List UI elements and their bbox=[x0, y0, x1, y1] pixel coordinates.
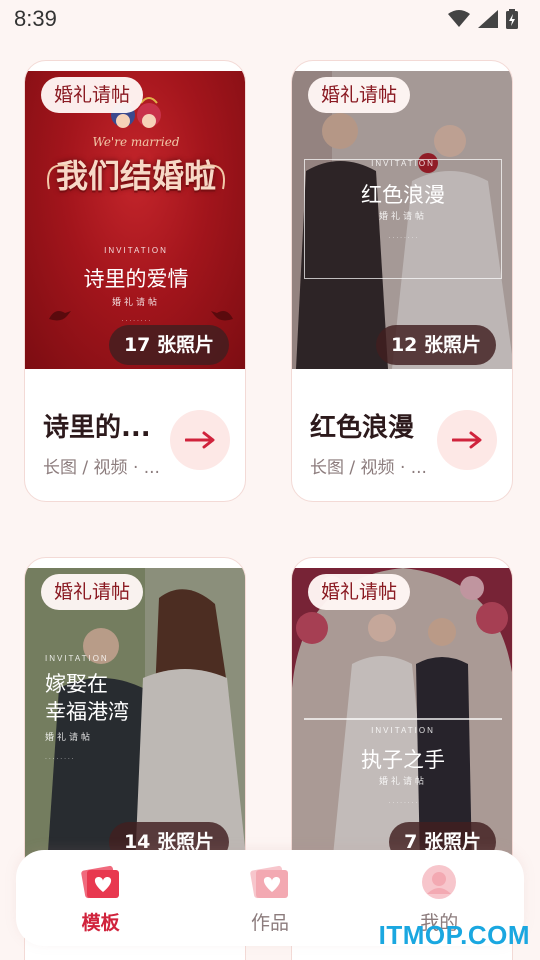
wifi-icon bbox=[448, 10, 470, 27]
thumb-tiny-line: · · · · · · · · bbox=[45, 756, 74, 763]
thumb-invitation-label: INVITATION bbox=[371, 726, 435, 735]
template-thumbnail[interactable]: INVITATION 执子之手 婚礼请帖 · · · · · · · · bbox=[292, 568, 512, 866]
heart-ornament-icon bbox=[47, 164, 225, 190]
thumb-frame bbox=[304, 718, 502, 720]
thumb-headline-line1: 嫁娶在 bbox=[45, 672, 108, 696]
couple-photo bbox=[292, 568, 512, 866]
thumb-tiny-line: · · · · · · · · bbox=[388, 235, 418, 242]
nav-item-templates[interactable]: 模板 bbox=[41, 862, 161, 935]
open-template-button[interactable] bbox=[170, 410, 230, 470]
thumb-headline: 执子之手 bbox=[361, 748, 445, 772]
status-bar: 8:39 bbox=[0, 0, 540, 38]
works-icon bbox=[250, 865, 288, 898]
thumb-sub: 婚礼请帖 bbox=[378, 777, 427, 787]
bird-icon bbox=[49, 311, 71, 321]
category-tag: 婚礼请帖 bbox=[308, 574, 411, 610]
open-template-button[interactable] bbox=[437, 410, 497, 470]
profile-icon bbox=[422, 864, 457, 899]
category-tag: 婚礼请帖 bbox=[308, 77, 411, 113]
card-meta: 长图 / 视频 · ... bbox=[310, 458, 427, 478]
status-time: 8:39 bbox=[14, 6, 57, 31]
nav-label: 作品 bbox=[250, 911, 289, 934]
thumb-headline: 红色浪漫 bbox=[361, 183, 445, 207]
signal-icon bbox=[478, 10, 498, 28]
thumb-invitation-label: INVITATION bbox=[45, 654, 109, 663]
photo-count-badge: 12 张照片 bbox=[375, 325, 496, 365]
template-card[interactable]: INVITATION 红色浪漫 婚礼请帖 · · · · · · · · 婚礼请… bbox=[291, 60, 513, 502]
battery-icon bbox=[506, 9, 518, 29]
template-icon bbox=[80, 865, 119, 898]
thumb-sub: 婚礼请帖 bbox=[45, 733, 94, 743]
arrow-right-icon bbox=[452, 431, 482, 449]
thumb-invitation-label: INVITATION bbox=[104, 246, 168, 255]
photo-count-badge: 17 张照片 bbox=[108, 325, 229, 365]
card-meta: 长图 / 视频 · ... bbox=[43, 458, 160, 478]
married-script: We're married bbox=[92, 135, 180, 149]
arrow-right-icon bbox=[185, 431, 215, 449]
card-title: 诗里的... bbox=[43, 413, 151, 443]
thumb-headline: 诗里的爱情 bbox=[83, 267, 189, 291]
bird-icon bbox=[211, 311, 233, 321]
category-tag: 婚礼请帖 bbox=[41, 77, 144, 113]
card-title: 红色浪漫 bbox=[310, 413, 415, 443]
nav-item-works[interactable]: 作品 bbox=[210, 862, 330, 935]
status-icons bbox=[448, 9, 518, 29]
nav-label: 模板 bbox=[81, 911, 120, 934]
category-tag: 婚礼请帖 bbox=[41, 574, 144, 610]
watermark: ITMOP.COM bbox=[378, 920, 530, 950]
thumb-invitation-label: INVITATION bbox=[371, 159, 435, 168]
thumb-headline-line2: 幸福港湾 bbox=[45, 700, 129, 724]
template-card[interactable]: We're married 我们结婚啦 INVITATION 诗里的爱情 婚礼请… bbox=[24, 60, 246, 502]
thumb-tiny-line: · · · · · · · · bbox=[388, 800, 418, 807]
thumb-sub: 婚礼请帖 bbox=[378, 212, 427, 222]
